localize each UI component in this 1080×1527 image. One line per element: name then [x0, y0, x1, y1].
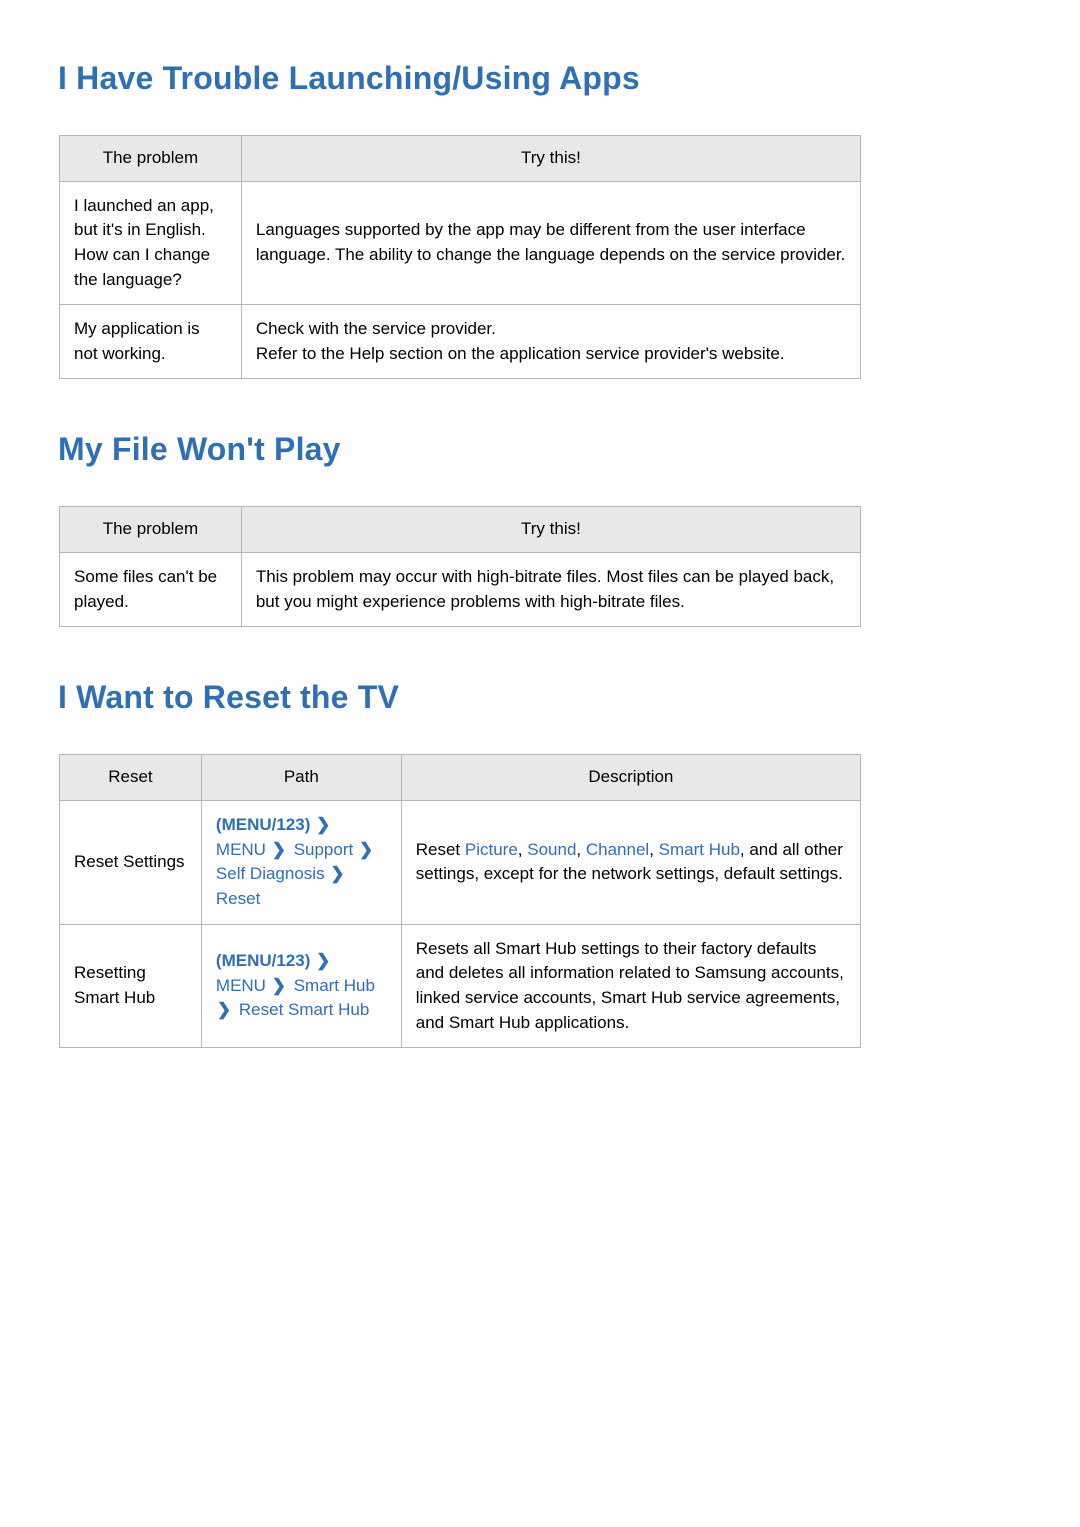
path-button-name: (MENU/123) — [216, 815, 310, 834]
path-button-name: (MENU/123) — [216, 951, 310, 970]
table-apps-row-2: My application is not working. Check wit… — [60, 305, 861, 379]
table-apps-header-row: The problem Try this! — [60, 136, 861, 182]
chevron-right-icon: ❯ — [217, 998, 231, 1023]
table-reset-row-1: Reset Settings (MENU/123) ❯ MENU ❯ Suppo… — [60, 801, 861, 925]
cell-reset-r2-path: (MENU/123) ❯ MENU ❯ Smart Hub ❯ Reset Sm… — [201, 924, 401, 1048]
header-cell-reset: Reset — [60, 755, 202, 801]
header-cell-problem: The problem — [60, 136, 242, 182]
header-cell-file-problem: The problem — [60, 507, 242, 553]
desc-comma: , — [649, 840, 658, 859]
highlight-sound: Sound — [527, 840, 576, 859]
highlight-smarthub: Smart Hub — [659, 840, 740, 859]
cell-reset-r2-desc: Resets all Smart Hub settings to their f… — [401, 924, 860, 1048]
section-reset-title: I Want to Reset the TV — [58, 679, 1020, 716]
cell-reset-r1-path: (MENU/123) ❯ MENU ❯ Support ❯ Self Diagn… — [201, 801, 401, 925]
table-file-header-row: The problem Try this! — [60, 507, 861, 553]
cell-file-r1-try: This problem may occur with high-bitrate… — [241, 553, 860, 627]
chevron-right-icon: ❯ — [272, 838, 286, 863]
chevron-right-icon: ❯ — [330, 862, 344, 887]
header-cell-try: Try this! — [241, 136, 860, 182]
table-apps: The problem Try this! I launched an app,… — [59, 135, 861, 379]
highlight-channel: Channel — [586, 840, 649, 859]
table-reset-header-row: Reset Path Description — [60, 755, 861, 801]
path-step: Self Diagnosis — [216, 864, 325, 883]
desc-comma: , — [518, 840, 527, 859]
cell-apps-r2-try-line1: Check with the service provider. — [256, 317, 846, 342]
desc-comma: , — [576, 840, 585, 859]
header-cell-file-try: Try this! — [241, 507, 860, 553]
header-cell-path: Path — [201, 755, 401, 801]
header-cell-desc: Description — [401, 755, 860, 801]
cell-apps-r2-problem: My application is not working. — [60, 305, 242, 379]
cell-reset-r2-name: Resetting Smart Hub — [60, 924, 202, 1048]
section-apps-title: I Have Trouble Launching/Using Apps — [58, 60, 1020, 97]
path-step: MENU — [216, 976, 266, 995]
table-reset-row-2: Resetting Smart Hub (MENU/123) ❯ MENU ❯ … — [60, 924, 861, 1048]
highlight-picture: Picture — [465, 840, 518, 859]
cell-file-r1-problem: Some files can't be played. — [60, 553, 242, 627]
cell-apps-r1-problem: I launched an app, but it's in English. … — [60, 181, 242, 305]
chevron-right-icon: ❯ — [272, 974, 286, 999]
path-step: Reset — [216, 889, 260, 908]
table-file: The problem Try this! Some files can't b… — [59, 506, 861, 627]
cell-apps-r1-try: Languages supported by the app may be di… — [241, 181, 860, 305]
table-reset: Reset Path Description Reset Settings (M… — [59, 754, 861, 1048]
cell-reset-r1-name: Reset Settings — [60, 801, 202, 925]
table-apps-row-1: I launched an app, but it's in English. … — [60, 181, 861, 305]
path-step: MENU — [216, 840, 266, 859]
chevron-right-icon: ❯ — [359, 838, 373, 863]
cell-apps-r2-try-line2: Refer to the Help section on the applica… — [256, 342, 846, 367]
path-step: Support — [294, 840, 354, 859]
chevron-right-icon: ❯ — [316, 813, 330, 838]
desc-text: Reset — [416, 840, 465, 859]
path-step: Smart Hub — [294, 976, 375, 995]
section-file-title: My File Won't Play — [58, 431, 1020, 468]
cell-apps-r2-try: Check with the service provider. Refer t… — [241, 305, 860, 379]
table-file-row-1: Some files can't be played. This problem… — [60, 553, 861, 627]
path-step: Reset Smart Hub — [239, 1000, 369, 1019]
chevron-right-icon: ❯ — [316, 949, 330, 974]
cell-reset-r1-desc: Reset Picture, Sound, Channel, Smart Hub… — [401, 801, 860, 925]
